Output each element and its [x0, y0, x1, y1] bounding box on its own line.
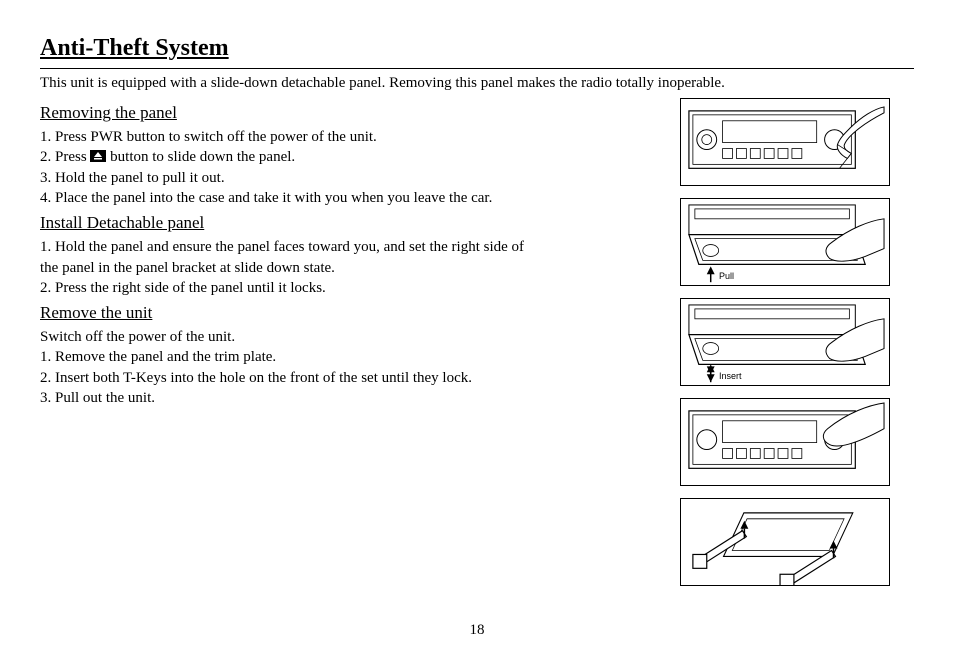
intro-text: This unit is equipped with a slide-down … [40, 75, 914, 92]
removing-step-2b: button to slide down the panel. [110, 149, 295, 165]
removing-step-4: 4. Place the panel into the case and tak… [40, 188, 660, 208]
page-title: Anti-Theft System [40, 35, 914, 64]
heading-removing-panel: Removing the panel [40, 102, 660, 125]
removing-step-1: 1. Press PWR button to switch off the po… [40, 127, 660, 147]
remove-unit-step-2: 2. Insert both T-Keys into the hole on t… [40, 368, 660, 388]
eject-icon [90, 148, 106, 168]
heading-remove-unit: Remove the unit [40, 302, 660, 325]
removing-step-3: 3. Hold the panel to pull it out. [40, 168, 660, 188]
install-step-1-line2: the panel in the panel bracket at slide … [40, 258, 660, 278]
figures-column: Pull [680, 98, 900, 586]
removing-step-2a: 2. Press [40, 149, 90, 165]
instructions-column: Removing the panel 1. Press PWR button t… [40, 98, 660, 408]
figure-press-release [680, 98, 890, 186]
remove-unit-intro: Switch off the power of the unit. [40, 327, 660, 347]
figure-insert-label: Insert [717, 371, 744, 381]
install-step-2: 2. Press the right side of the panel unt… [40, 278, 660, 298]
figure-lock-panel [680, 398, 890, 486]
figure-pull-label: Pull [717, 271, 736, 281]
install-step-1-line1: 1. Hold the panel and ensure the panel f… [40, 237, 660, 257]
remove-unit-step-3: 3. Pull out the unit. [40, 388, 660, 408]
figure-tkeys [680, 498, 890, 586]
figure-insert-panel: Insert [680, 298, 890, 386]
remove-unit-step-1: 1. Remove the panel and the trim plate. [40, 347, 660, 367]
heading-install-panel: Install Detachable panel [40, 212, 660, 235]
removing-step-2: 2. Press button to slide down the panel. [40, 147, 660, 168]
figure-pull-panel: Pull [680, 198, 890, 286]
page-number: 18 [0, 622, 954, 639]
